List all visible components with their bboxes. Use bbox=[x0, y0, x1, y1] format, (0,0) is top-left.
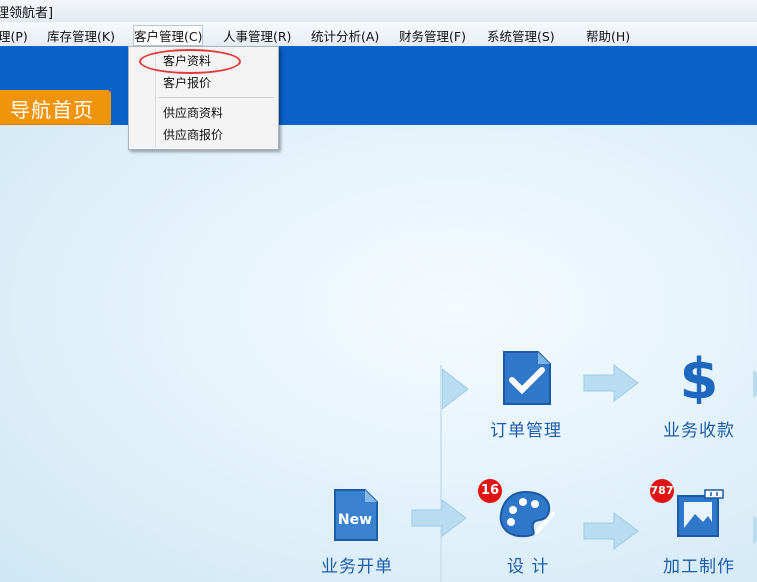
new-document-icon[interactable]: New bbox=[333, 488, 379, 542]
menu-item-finance[interactable]: 财务管理(F) bbox=[399, 26, 466, 45]
tab-nav-home[interactable]: 导航首页 bbox=[0, 90, 111, 125]
menu-item-statistics[interactable]: 统计分析(A) bbox=[311, 26, 379, 45]
processing-label[interactable]: 加工制作 bbox=[663, 552, 735, 577]
flow-arrow-icon bbox=[753, 516, 757, 544]
highlight-circle bbox=[139, 49, 241, 74]
business-receipt-label[interactable]: 业务收款 bbox=[663, 416, 735, 441]
svg-text:$: $ bbox=[680, 348, 719, 404]
menu-item-customer-quote[interactable]: 客户报价 bbox=[163, 74, 211, 91]
order-document-icon[interactable] bbox=[502, 350, 552, 406]
menu-item-management[interactable]: 理(P) bbox=[0, 26, 28, 45]
title-bar: 理领航者] bbox=[0, 0, 757, 23]
new-business-label[interactable]: 业务开单 bbox=[321, 552, 393, 577]
flow-arrow-icon bbox=[583, 512, 639, 550]
design-count-badge: 16 bbox=[478, 479, 502, 503]
menu-item-help[interactable]: 帮助(H) bbox=[586, 26, 630, 45]
header-banner bbox=[0, 46, 757, 125]
new-icon-text: New bbox=[338, 512, 372, 528]
flow-arrow-icon bbox=[583, 364, 639, 402]
processing-count-badge: 787 bbox=[650, 479, 674, 503]
menu-bar: 理(P) 库存管理(K) 客户管理(C) 人事管理(R) 统计分析(A) 财务管… bbox=[0, 22, 757, 47]
image-edit-icon[interactable] bbox=[675, 488, 725, 540]
menu-item-system[interactable]: 系统管理(S) bbox=[487, 26, 555, 45]
menu-item-inventory[interactable]: 库存管理(K) bbox=[47, 26, 115, 45]
menu-item-hr[interactable]: 人事管理(R) bbox=[223, 26, 291, 45]
menu-item-supplier-quote[interactable]: 供应商报价 bbox=[163, 126, 223, 143]
flow-arrow-icon bbox=[442, 368, 469, 410]
palette-icon[interactable] bbox=[497, 488, 555, 538]
window-title: 理领航者] bbox=[0, 6, 54, 21]
menu-separator bbox=[159, 97, 274, 98]
menu-item-customer[interactable]: 客户管理(C) bbox=[132, 25, 204, 46]
menu-item-supplier-info[interactable]: 供应商资料 bbox=[163, 104, 223, 121]
dollar-icon[interactable]: $ bbox=[675, 348, 723, 404]
design-label[interactable]: 设 计 bbox=[507, 552, 549, 577]
flow-arrow-icon bbox=[411, 499, 467, 537]
order-management-label[interactable]: 订单管理 bbox=[490, 416, 562, 441]
tab-nav-home-label: 导航首页 bbox=[10, 98, 94, 122]
flow-arrow-icon bbox=[753, 370, 757, 398]
